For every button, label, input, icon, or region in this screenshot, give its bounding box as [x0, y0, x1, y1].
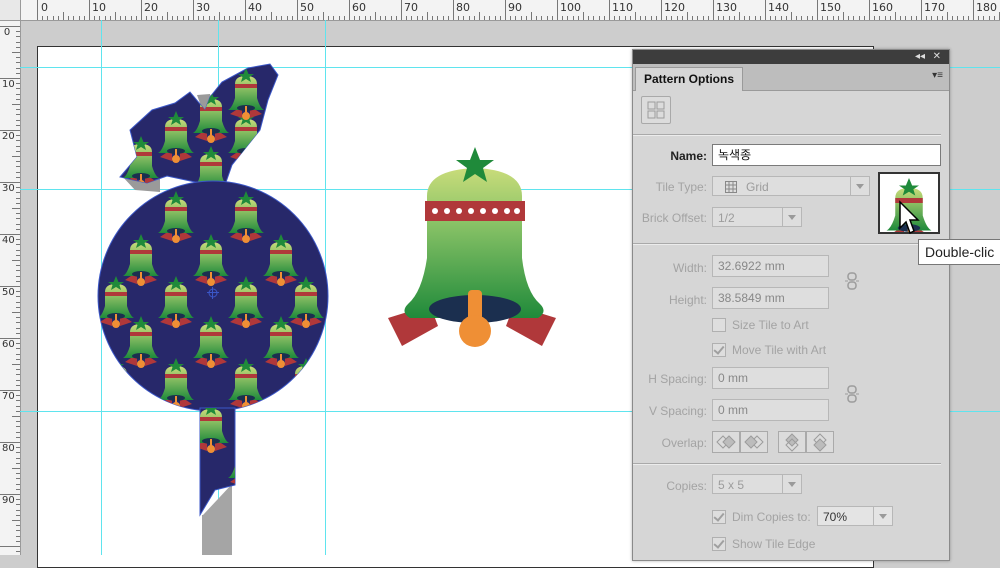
copies-label: Copies:	[666, 479, 707, 493]
pattern-tile-tool-button[interactable]	[641, 96, 671, 124]
height-label: Height:	[668, 293, 707, 307]
chevron-down-icon	[782, 208, 801, 226]
brick-offset-label: Brick Offset:	[641, 211, 707, 225]
overlap-right-in-front-button[interactable]	[740, 431, 768, 453]
dim-copies-dropdown[interactable]: 70%	[817, 506, 893, 526]
size-tile-to-art-label: Size Tile to Art	[732, 318, 809, 332]
bell-artwork[interactable]	[388, 147, 556, 347]
overlap-top-in-front-button[interactable]	[778, 431, 806, 453]
tile-type-label: Tile Type:	[655, 180, 707, 194]
overlap-bottom-in-front-button[interactable]	[806, 431, 834, 453]
chevron-down-icon	[782, 475, 801, 493]
copies-dropdown[interactable]: 5 x 5	[712, 474, 802, 494]
size-tile-to-art-checkbox[interactable]: Size Tile to Art	[712, 318, 809, 332]
collapse-panel-icon[interactable]: ◂◂	[915, 50, 925, 64]
checkbox-box	[712, 343, 726, 357]
v-spacing-field[interactable]: 0 mm	[712, 399, 829, 421]
tile-edit-icon	[647, 101, 665, 119]
pattern-options-panel: ◂◂ ✕ Pattern Options ▾≡ Name: 녹색종 Tile T…	[632, 49, 950, 561]
panel-titlebar[interactable]: ◂◂ ✕	[633, 50, 949, 64]
panel-tab-row: Pattern Options ▾≡	[633, 64, 949, 91]
move-tile-with-art-label: Move Tile with Art	[732, 343, 827, 357]
show-tile-edge-label: Show Tile Edge	[732, 537, 816, 551]
checkbox-box	[712, 537, 726, 551]
name-field[interactable]: 녹색종	[712, 144, 941, 166]
overlap-label: Overlap:	[661, 436, 707, 450]
move-tile-with-art-checkbox[interactable]: Move Tile with Art	[712, 343, 826, 357]
arrow-cursor-icon	[899, 200, 920, 235]
brick-offset-value: 1/2	[718, 211, 735, 225]
overlap-right-icon	[744, 435, 764, 449]
show-tile-edge-checkbox[interactable]: Show Tile Edge	[712, 537, 815, 551]
circle-pattern-shape[interactable]	[97, 180, 329, 412]
name-label: Name:	[670, 149, 707, 163]
chevron-down-icon	[850, 177, 869, 195]
tile-type-dropdown[interactable]: Grid	[712, 176, 870, 196]
overlap-top-icon	[785, 433, 799, 452]
tab-pattern-options[interactable]: Pattern Options	[635, 67, 744, 91]
v-spacing-label: V Spacing:	[648, 404, 707, 418]
tile-type-value: Grid	[746, 180, 769, 194]
h-spacing-label: H Spacing:	[648, 372, 707, 386]
height-field[interactable]: 38.5849 mm	[712, 287, 829, 309]
close-panel-icon[interactable]: ✕	[933, 50, 941, 64]
chain-link-icon[interactable]	[845, 272, 859, 290]
dim-copies-label: Dim Copies to:	[732, 510, 811, 524]
chevron-down-icon	[873, 507, 892, 525]
overlap-left-icon	[716, 435, 736, 449]
dim-copies-value: 70%	[823, 510, 848, 524]
dim-copies-checkbox[interactable]: Dim Copies to:	[712, 510, 811, 524]
overlap-left-in-front-button[interactable]	[712, 431, 740, 453]
brick-offset-dropdown[interactable]: 1/2	[712, 207, 802, 227]
checkbox-box	[712, 318, 726, 332]
grid-icon	[725, 181, 737, 193]
width-label: Width:	[672, 261, 707, 275]
chain-link-icon[interactable]	[845, 385, 859, 403]
checkbox-box	[712, 510, 726, 524]
ruler-origin[interactable]	[0, 0, 21, 21]
panel-menu-icon[interactable]: ▾≡	[932, 70, 943, 81]
tooltip: Double-clic	[918, 239, 1000, 265]
overlap-bottom-icon	[813, 433, 827, 452]
width-field[interactable]: 32.6922 mm	[712, 255, 829, 277]
bow-pattern-shape[interactable]	[119, 63, 279, 198]
h-spacing-field[interactable]: 0 mm	[712, 367, 829, 389]
copies-value: 5 x 5	[718, 478, 745, 492]
